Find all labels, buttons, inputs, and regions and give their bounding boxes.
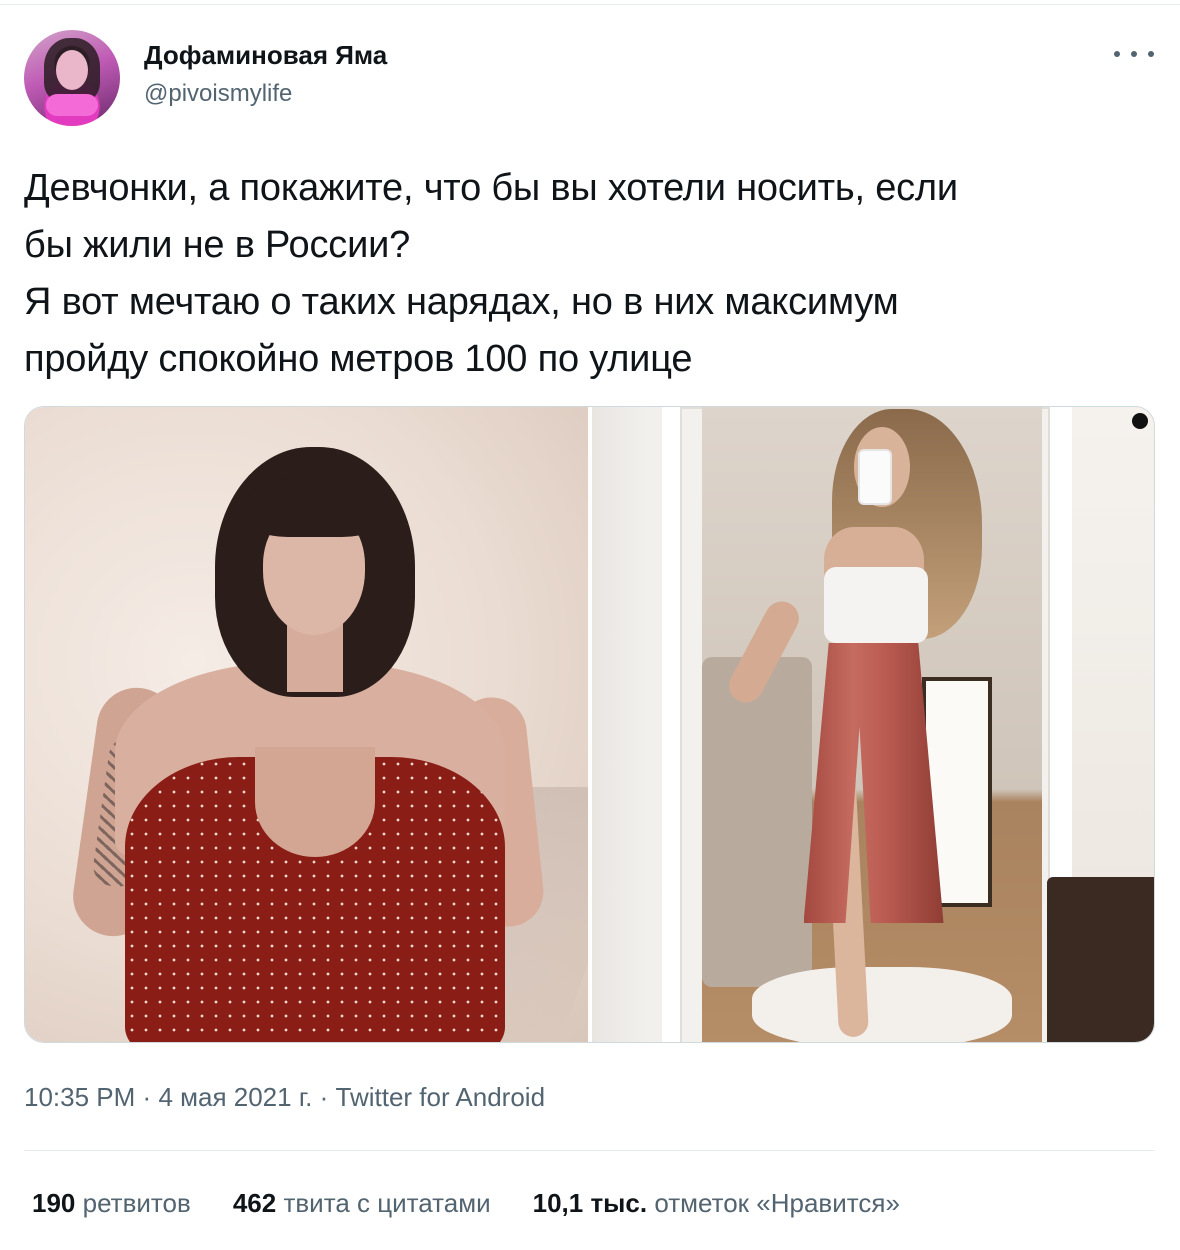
- likes-stat[interactable]: 10,1 тыс. отметок «Нравится»: [533, 1188, 900, 1219]
- top-divider: [0, 4, 1180, 5]
- quotes-stat[interactable]: 462 твита с цитатами: [233, 1188, 491, 1219]
- tweet-date-link[interactable]: 4 мая 2021 г.: [158, 1082, 312, 1112]
- avatar-hands: [46, 94, 98, 116]
- more-dot: [1131, 51, 1137, 57]
- more-dot: [1148, 51, 1154, 57]
- tweet-meta: 10:35 PM · 4 мая 2021 г. · Twitter for A…: [24, 1082, 545, 1113]
- photo-2-white-top: [823, 567, 928, 643]
- avatar[interactable]: [24, 30, 120, 126]
- photo-1-neckline: [255, 747, 375, 857]
- tweet-media: [24, 406, 1155, 1043]
- likes-label: отметок «Нравится»: [654, 1188, 900, 1218]
- avatar-face: [56, 50, 88, 90]
- side-bed: [1046, 877, 1154, 1042]
- room-sofa: [701, 657, 812, 987]
- room-rug: [751, 967, 1012, 1042]
- more-dot: [1114, 51, 1120, 57]
- retweets-count: 190: [32, 1188, 76, 1218]
- retweets-label: ретвитов: [82, 1188, 191, 1218]
- retweets-stat[interactable]: 190 ретвитов: [32, 1188, 191, 1219]
- quotes-count: 462: [232, 1188, 277, 1218]
- tweet-stats: 190 ретвитов 462 твита с цитатами 10,1 т…: [32, 1188, 900, 1219]
- meta-separator: ·: [319, 1082, 329, 1112]
- tweet-time-link[interactable]: 10:35 PM: [24, 1082, 135, 1112]
- likes-count: 10,1 тыс.: [532, 1188, 648, 1218]
- author-handle[interactable]: @pivoismylife: [144, 80, 292, 108]
- photo-2-phone: [857, 449, 892, 505]
- author-display-name[interactable]: Дофаминовая Яма: [144, 40, 387, 71]
- more-options-icon[interactable]: [1114, 42, 1154, 66]
- stats-divider: [24, 1150, 1155, 1151]
- photo-1-bangs: [247, 477, 383, 537]
- quotes-label: твита с цитатами: [283, 1188, 491, 1218]
- tweet-text: Девчонки, а покажите, что бы вы хотели н…: [24, 167, 958, 380]
- photo-red-dress[interactable]: [25, 407, 588, 1042]
- tweet-source-link[interactable]: Twitter for Android: [336, 1082, 546, 1112]
- meta-separator: ·: [142, 1082, 152, 1112]
- photo-mirror-selfie[interactable]: [591, 407, 1154, 1042]
- media-corner-icon: [1132, 413, 1148, 429]
